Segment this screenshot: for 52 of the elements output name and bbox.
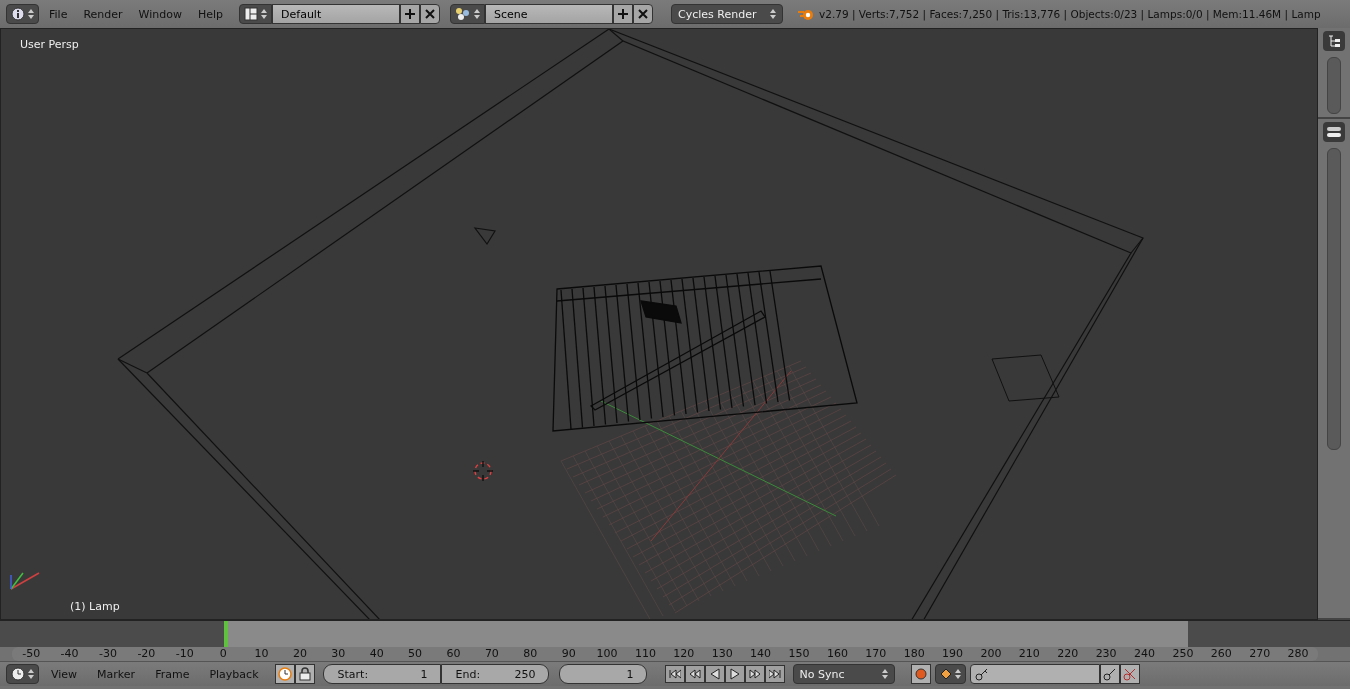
frame-number: 50 — [407, 647, 424, 661]
menu-item[interactable]: Help — [191, 7, 230, 21]
frame-number: 60 — [445, 647, 462, 661]
render-engine-dropdown[interactable]: Cycles Render — [671, 4, 784, 24]
frame-number: -40 — [59, 647, 80, 661]
frame-number: 20 — [291, 647, 308, 661]
layout-name-field[interactable]: Default — [272, 4, 401, 24]
frame-number: -20 — [136, 647, 157, 661]
frame-number: 190 — [941, 647, 965, 661]
frame-number: 40 — [368, 647, 385, 661]
menu-item[interactable]: Render — [77, 7, 129, 21]
frame-number: -50 — [21, 647, 42, 661]
sync-mode-dropdown[interactable]: No Sync — [792, 664, 895, 684]
frame-number: 220 — [1056, 647, 1080, 661]
frame-number: 250 — [1171, 647, 1195, 661]
frame-number: 270 — [1248, 647, 1272, 661]
frame-number: 90 — [560, 647, 577, 661]
menu-item[interactable]: View — [43, 667, 86, 681]
menu-item[interactable]: Marker — [89, 667, 144, 681]
frame-number: 150 — [787, 647, 811, 661]
active-object-label: (1) Lamp — [70, 600, 120, 613]
frame-number: 70 — [483, 647, 500, 661]
current-frame-field[interactable]: 1 — [558, 664, 647, 684]
menu-item[interactable]: Window — [132, 7, 188, 21]
frame-number: 130 — [710, 647, 734, 661]
start-frame-field[interactable]: Start: 1 — [322, 664, 441, 684]
menu-item[interactable]: Frame — [147, 667, 198, 681]
scene-name-field[interactable]: Scene — [485, 4, 614, 24]
frame-number: 210 — [1017, 647, 1041, 661]
frame-number: 80 — [522, 647, 539, 661]
end-frame-field[interactable]: End: 250 — [440, 664, 549, 684]
frame-number: 0 — [218, 647, 228, 661]
frame-number: 110 — [633, 647, 657, 661]
frame-number: 140 — [749, 647, 773, 661]
frame-number: 170 — [864, 647, 888, 661]
frame-number: 200 — [979, 647, 1003, 661]
menu-item[interactable]: File — [43, 7, 74, 21]
frame-number: 260 — [1209, 647, 1233, 661]
frame-number: 160 — [825, 647, 849, 661]
frame-number: 100 — [595, 647, 619, 661]
frame-number: 240 — [1133, 647, 1156, 661]
frame-number: 280 — [1286, 647, 1310, 661]
frame-number: 10 — [253, 647, 270, 661]
scene-statistics: v2.79 | Verts:7,752 | Faces:7,250 | Tris:13,776 | Objects:0/23 | Lamps:0/0 | Mem:11.46M | Lamp — [819, 8, 1321, 20]
frame-number: 30 — [330, 647, 347, 661]
frame-number: 230 — [1094, 647, 1118, 661]
frame-number: -30 — [98, 647, 118, 661]
view-label: User Persp — [20, 38, 79, 51]
frame-number: -10 — [174, 647, 195, 661]
frame-number: 120 — [672, 647, 696, 661]
menu-item[interactable]: Playback — [201, 667, 267, 681]
frame-number: 180 — [902, 647, 926, 661]
